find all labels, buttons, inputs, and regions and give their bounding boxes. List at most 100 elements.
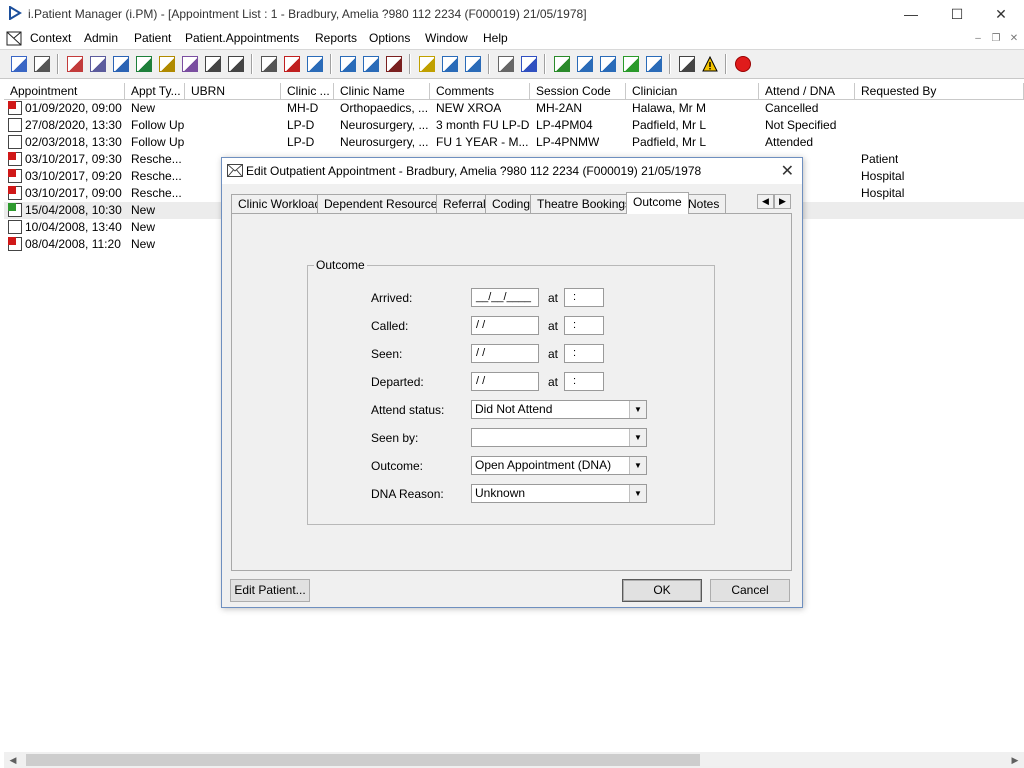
scroll-right-arrow-icon[interactable]: ▶ <box>1006 752 1024 768</box>
chevron-down-icon[interactable]: ▼ <box>629 401 646 418</box>
maximize-button[interactable]: ☐ <box>934 0 980 28</box>
bar-chart-icon[interactable] <box>518 53 540 75</box>
scrollbar-thumb[interactable] <box>26 754 700 766</box>
outcome-select[interactable]: Open Appointment (DNA) ▼ <box>471 456 647 475</box>
warning-icon[interactable] <box>699 53 721 75</box>
column-clinic[interactable]: Clinic ... <box>281 83 334 100</box>
person-icon[interactable] <box>156 53 178 75</box>
menu-options[interactable]: Options <box>369 31 410 45</box>
clock-icon[interactable] <box>281 53 303 75</box>
envelope-refresh-icon[interactable] <box>643 53 665 75</box>
printer-icon[interactable] <box>31 53 53 75</box>
cancel-button[interactable]: Cancel <box>710 579 790 602</box>
printer-people-icon[interactable] <box>462 53 484 75</box>
comments-cell: NEW XROA <box>436 101 502 115</box>
chevron-down-icon[interactable]: ▼ <box>629 485 646 502</box>
appointment-status-icon <box>8 203 22 217</box>
menu-patient-appointments[interactable]: Patient.Appointments <box>185 31 299 45</box>
outcome-label: Outcome: <box>371 459 424 473</box>
dialog-close-button[interactable]: ✕ <box>781 161 794 181</box>
called-time-input[interactable]: : <box>564 316 604 335</box>
called-date-input[interactable]: / / <box>471 316 539 335</box>
mdi-close-button[interactable]: ✕ <box>1006 31 1022 46</box>
departed-date-input[interactable]: / / <box>471 372 539 391</box>
book-icon[interactable] <box>64 53 86 75</box>
column-appt-type[interactable]: Appt Ty... <box>125 83 185 100</box>
column-comments[interactable]: Comments <box>430 83 530 100</box>
edit-patient-button[interactable]: Edit Patient... <box>230 579 310 602</box>
notepad-icon[interactable] <box>416 53 438 75</box>
clinician-cell: Padfield, Mr L <box>632 118 707 132</box>
tab-strip: Clinic Workload Dependent Resources Refe… <box>231 192 771 214</box>
exit-icon[interactable] <box>732 53 754 75</box>
document-icon[interactable] <box>495 53 517 75</box>
minimize-button[interactable]: — <box>888 0 934 28</box>
column-ubrn[interactable]: UBRN <box>185 83 281 100</box>
clinician-cell: Halawa, Mr M <box>632 101 707 115</box>
seen-at-label: at <box>548 347 559 361</box>
column-attend-dna[interactable]: Attend / DNA <box>759 83 855 100</box>
chevron-down-icon[interactable]: ▼ <box>629 429 646 446</box>
ok-button[interactable]: OK <box>622 579 702 602</box>
table-row[interactable]: 27/08/2020, 13:30 Follow Up LP-D Neurosurge… <box>4 117 1024 134</box>
attend-status-select[interactable]: Did Not Attend ▼ <box>471 400 647 419</box>
close-window-button[interactable]: ✕ <box>978 0 1024 28</box>
warning-icon-glyph <box>702 55 718 72</box>
send-alt-icon[interactable] <box>225 53 247 75</box>
outcome-tab-panel: Outcome Arrived: __/__/____ at : Called:… <box>231 213 792 571</box>
document-menu-icon[interactable] <box>6 31 22 46</box>
monitor-icon[interactable] <box>304 53 326 75</box>
envelope-green-icon-glyph <box>623 56 639 72</box>
tab-outcome[interactable]: Outcome <box>626 192 689 214</box>
menu-window[interactable]: Window <box>425 31 468 45</box>
send-icon[interactable] <box>202 53 224 75</box>
tab-theatre-bookings[interactable]: Theatre Bookings <box>530 194 639 213</box>
m-icon[interactable] <box>133 53 155 75</box>
tab-dependent-resources[interactable]: Dependent Resources <box>317 194 451 213</box>
column-requested-by[interactable]: Requested By <box>855 83 1024 100</box>
envelope-check-icon[interactable] <box>574 53 596 75</box>
menu-patient[interactable]: Patient <box>134 31 171 45</box>
chevron-down-icon[interactable]: ▼ <box>629 457 646 474</box>
clinic-name-cell: Neurosurgery, ... <box>340 118 429 132</box>
edit-book-icon[interactable] <box>87 53 109 75</box>
seen-time-input[interactable]: : <box>564 344 604 363</box>
tab-scroll-left-icon[interactable]: ◀ <box>757 194 774 209</box>
menu-help[interactable]: Help <box>483 31 508 45</box>
image-icon[interactable] <box>337 53 359 75</box>
dna-reason-select[interactable]: Unknown ▼ <box>471 484 647 503</box>
menu-context[interactable]: Context <box>30 31 71 45</box>
mdi-minimize-button[interactable]: – <box>970 31 986 46</box>
patient-icon[interactable] <box>8 53 30 75</box>
chart-icon[interactable] <box>360 53 382 75</box>
attend-status-label: Attend status: <box>371 403 445 417</box>
table-row[interactable]: 02/03/2018, 13:30 Follow Up LP-D Neurosurge… <box>4 134 1024 151</box>
column-clinician[interactable]: Clinician <box>626 83 759 100</box>
mdi-restore-button[interactable]: ❐ <box>988 31 1004 46</box>
column-session-code[interactable]: Session Code <box>530 83 626 100</box>
globe-icon[interactable] <box>551 53 573 75</box>
envelope-search-icon[interactable] <box>258 53 280 75</box>
printer-alt-icon[interactable] <box>439 53 461 75</box>
envelope-edit-icon[interactable] <box>597 53 619 75</box>
departed-time-input[interactable]: : <box>564 372 604 391</box>
arrived-date-input[interactable]: __/__/____ <box>471 288 539 307</box>
disc-icon[interactable] <box>383 53 405 75</box>
notes-icon[interactable] <box>179 53 201 75</box>
report-icon[interactable] <box>110 53 132 75</box>
horizontal-scrollbar[interactable]: ◀ ▶ <box>4 752 1024 768</box>
envelope-green-icon[interactable] <box>620 53 642 75</box>
tab-scroll-right-icon[interactable]: ▶ <box>774 194 791 209</box>
seen-date-input[interactable]: / / <box>471 344 539 363</box>
seen-by-select[interactable]: ▼ <box>471 428 647 447</box>
menu-reports[interactable]: Reports <box>315 31 357 45</box>
outcome-groupbox: Outcome Arrived: __/__/____ at : Called:… <box>307 258 715 525</box>
menu-admin[interactable]: Admin <box>84 31 118 45</box>
arrived-time-input[interactable]: : <box>564 288 604 307</box>
table-row[interactable]: 01/09/2020, 09:00 New MH-D Orthopaedics, ..… <box>4 100 1024 117</box>
swap-icon[interactable] <box>676 53 698 75</box>
scroll-left-arrow-icon[interactable]: ◀ <box>4 752 22 768</box>
tab-clinic-workload[interactable]: Clinic Workload <box>231 194 329 213</box>
column-appointment[interactable]: Appointment <box>4 83 125 100</box>
column-clinic-name[interactable]: Clinic Name <box>334 83 430 100</box>
